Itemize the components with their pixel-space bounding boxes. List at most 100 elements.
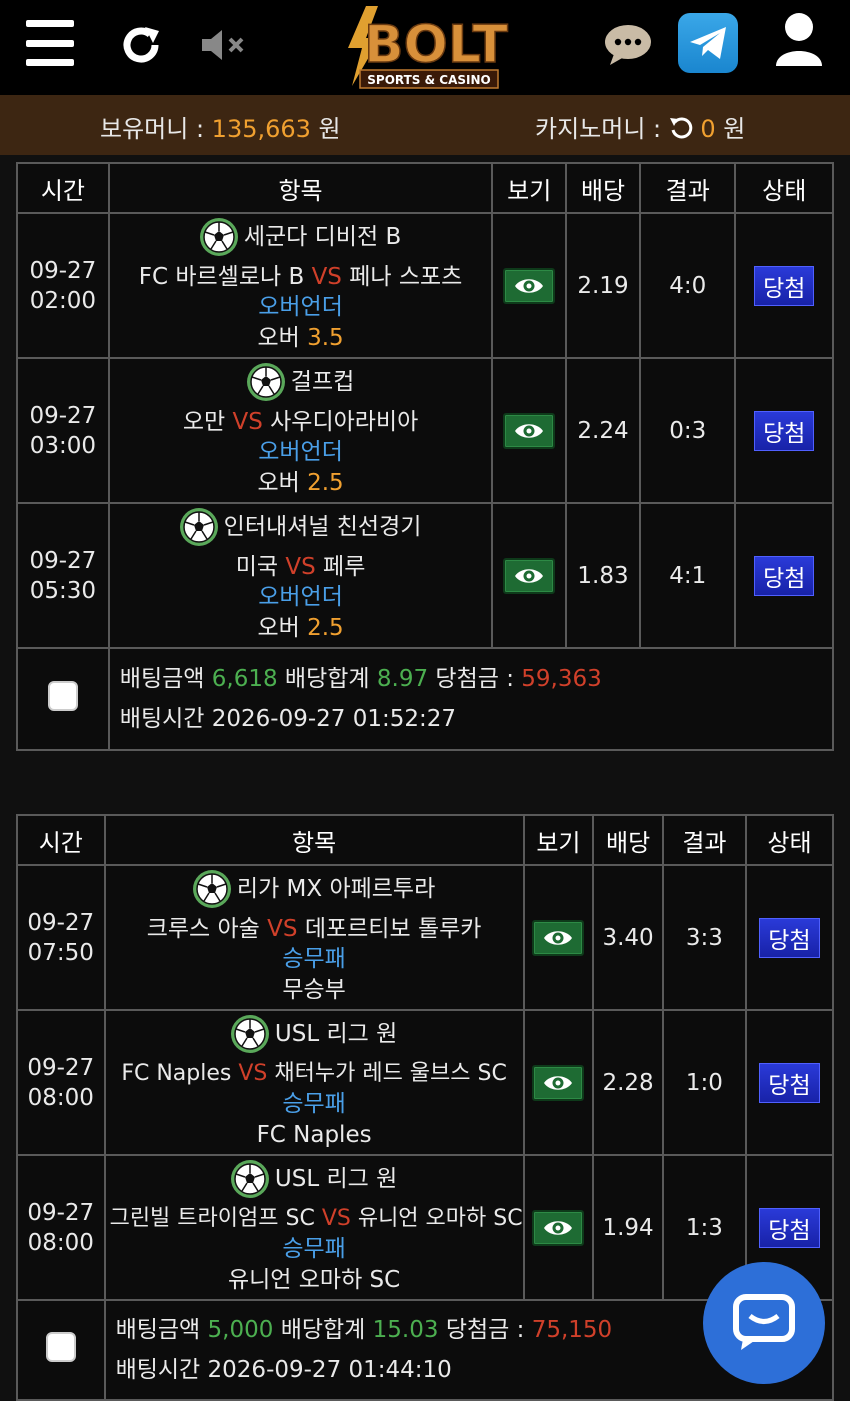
league-line: 세군다 디비전 B	[199, 218, 402, 256]
chat-icon[interactable]	[604, 24, 652, 66]
status-badge: 당첨	[759, 1207, 820, 1248]
status-cell: 당첨	[734, 212, 834, 359]
refresh-icon[interactable]	[118, 22, 164, 68]
bolt-logo[interactable]: BOLT SPORTS & CASINO	[330, 4, 522, 92]
col-time: 시간	[16, 814, 106, 866]
bet-date: 09-27	[27, 1054, 95, 1081]
vs-label: VS	[321, 1205, 351, 1231]
table-header-row: 시간 항목 보기 배당 결과 상태	[16, 162, 834, 214]
live-chat-button[interactable]	[703, 1262, 825, 1384]
teams-line: 크루스 아술 VS 데포르티보 톨루카	[106, 914, 523, 945]
league-name: 인터내셔널 친선경기	[223, 513, 422, 540]
vs-label: VS	[232, 408, 263, 435]
col-item: 항목	[103, 814, 525, 866]
live-chat-icon	[733, 1294, 795, 1350]
bet-date: 09-27	[29, 257, 97, 284]
soccer-ball-icon	[199, 218, 238, 256]
odds-total-label: 배당합계	[277, 666, 377, 692]
odds-total: 15.03	[372, 1317, 439, 1343]
teams-line: FC 바르셀로나 B VS 페나 스포츠	[110, 262, 492, 293]
table-header-row: 시간 항목 보기 배당 결과 상태	[16, 814, 835, 866]
bet-slip-table: 시간 항목 보기 배당 결과 상태 09-27 02:00 세군다 디비전 B F…	[16, 162, 835, 751]
view-cell	[522, 1154, 595, 1301]
away-team: 데포르티보 톨루카	[304, 915, 482, 942]
slip-summary-row: 배팅금액 6,618 배당합계 8.97 당첨금 : 59,363 배팅시간 2…	[16, 647, 835, 751]
pick-label: 무승부	[282, 976, 346, 1003]
select-cell	[16, 1299, 106, 1401]
view-button[interactable]	[503, 412, 556, 449]
casino-money-label: 카지노머니 :	[535, 115, 669, 143]
pick-label: 유니언 오마하 SC	[227, 1266, 401, 1293]
col-view: 보기	[491, 162, 568, 214]
away-team: 페나 스포츠	[349, 263, 463, 290]
view-button[interactable]	[532, 1064, 585, 1101]
casino-money-value: 0	[700, 115, 716, 143]
win-amount: 75,150	[531, 1317, 613, 1343]
vs-label: VS	[311, 263, 342, 290]
col-status: 상태	[734, 162, 834, 214]
col-odds: 배당	[565, 162, 641, 214]
teams-line: 오만 VS 사우디아라비아	[110, 407, 492, 438]
eye-icon	[544, 1075, 573, 1090]
col-result: 결과	[638, 162, 737, 214]
eye-icon	[544, 1220, 573, 1235]
telegram-icon[interactable]	[678, 13, 738, 73]
casino-money-unit: 원	[715, 115, 746, 143]
teams-line: 그린빌 트라이엄프 SC VS 유니언 오마하 SC	[106, 1204, 523, 1235]
user-icon[interactable]	[775, 12, 823, 68]
status-badge: 당첨	[754, 555, 815, 596]
soccer-ball-icon	[246, 363, 285, 401]
bet-date: 09-27	[29, 547, 97, 574]
casino-refresh-icon[interactable]	[669, 116, 693, 146]
league-name: USL 리그 원	[274, 1165, 398, 1192]
bet-odds: 2.28	[592, 1009, 664, 1156]
menu-icon[interactable]	[24, 20, 76, 66]
view-button[interactable]	[532, 919, 585, 956]
home-team: 미국	[235, 553, 279, 580]
status-cell: 당첨	[744, 1009, 835, 1156]
view-button[interactable]	[503, 557, 556, 594]
bet-clock: 08:00	[27, 1229, 94, 1256]
bet-item: USL 리그 원 그린빌 트라이엄프 SC VS 유니언 오마하 SC 승무패 …	[103, 1154, 525, 1301]
eye-icon	[515, 423, 544, 438]
mute-icon[interactable]	[200, 28, 246, 62]
bet-time: 09-27 05:30	[16, 502, 110, 649]
bet-result: 0:3	[638, 357, 737, 504]
home-team: 그린빌 트라이엄프 SC	[109, 1205, 315, 1231]
status-cell: 당첨	[734, 502, 834, 649]
home-team: 크루스 아술	[146, 915, 260, 942]
bet-clock: 08:00	[27, 1084, 94, 1111]
bet-item: 걸프컵 오만 VS 사우디아라비아 오버언더 오버 2.5	[107, 357, 494, 504]
pick-label: FC Naples	[256, 1121, 372, 1148]
slip-checkbox[interactable]	[47, 681, 78, 711]
bet-date: 09-27	[27, 1199, 95, 1226]
bet-amount: 6,618	[211, 666, 278, 692]
odds-total-label: 배당합계	[273, 1317, 373, 1343]
bet-time: 09-27 08:00	[16, 1154, 106, 1301]
bet-type: 오버언더	[258, 294, 343, 320]
bet-item: 리가 MX 아페르투라 크루스 아술 VS 데포르티보 톨루카 승무패 무승부	[103, 864, 525, 1011]
pick-value: 2.5	[307, 469, 344, 496]
away-team: 유니언 오마하 SC	[357, 1205, 523, 1231]
view-button[interactable]	[532, 1209, 585, 1246]
col-odds: 배당	[592, 814, 664, 866]
league-name: 세군다 디비전 B	[243, 223, 402, 250]
view-cell	[522, 864, 595, 1011]
status-badge: 당첨	[759, 1062, 820, 1103]
slip-checkbox[interactable]	[45, 1332, 76, 1362]
league-line: 리가 MX 아페르투라	[192, 870, 435, 908]
bet-item: 인터내셔널 친선경기 미국 VS 페루 오버언더 오버 2.5	[107, 502, 494, 649]
bet-time: 09-27 02:00	[16, 212, 110, 359]
pick-label: 오버	[257, 324, 308, 351]
league-name: 걸프컵	[290, 368, 355, 395]
pick-label: 오버	[257, 614, 308, 641]
bet-result: 4:1	[638, 502, 737, 649]
bet-clock: 05:30	[29, 577, 97, 604]
bet-type: 승무패	[282, 1236, 346, 1262]
status-badge: 당첨	[754, 265, 815, 306]
bet-time: 09-27 03:00	[16, 357, 110, 504]
amount-label: 배팅금액	[119, 666, 212, 692]
view-cell	[491, 357, 568, 504]
league-line: 인터내셔널 친선경기	[179, 508, 422, 546]
view-button[interactable]	[503, 267, 556, 304]
